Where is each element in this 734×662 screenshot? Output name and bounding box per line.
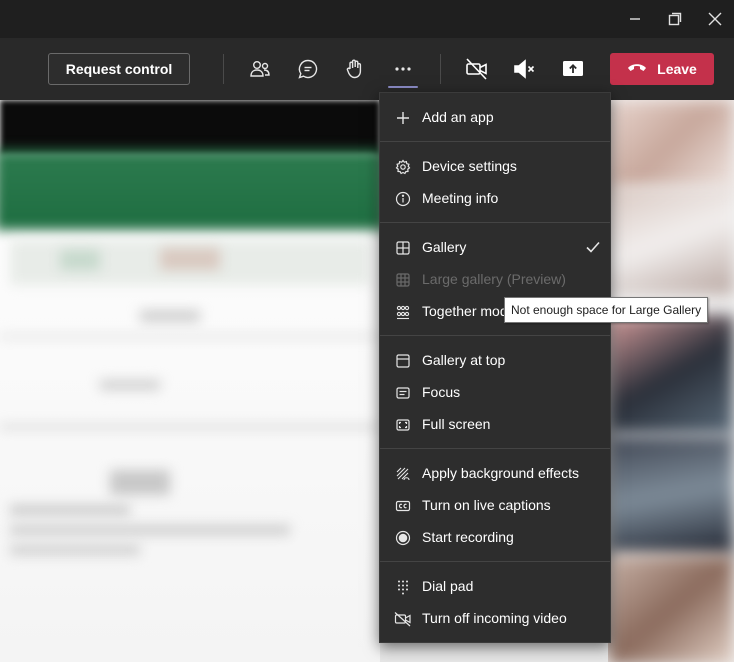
request-control-button[interactable]: Request control xyxy=(48,53,190,85)
menu-item-label: Start recording xyxy=(422,529,514,545)
menu-item-label: Meeting info xyxy=(422,190,499,206)
camera-off-icon[interactable] xyxy=(464,56,490,82)
minimize-icon[interactable] xyxy=(624,8,646,30)
large-gallery-icon xyxy=(394,271,412,289)
shared-screen xyxy=(0,100,380,662)
menu-item-label: Gallery xyxy=(422,239,467,255)
info-icon xyxy=(394,190,412,208)
menu-item-meeting-info[interactable]: Meeting info xyxy=(380,182,610,214)
menu-item-add-app[interactable]: Add an app xyxy=(380,101,610,133)
mic-off-icon[interactable] xyxy=(512,56,538,82)
participant-tile[interactable] xyxy=(608,435,734,555)
menu-item-label: Turn on live captions xyxy=(422,497,551,513)
menu-item-label: Device settings xyxy=(422,158,517,174)
menu-item-focus[interactable]: Focus xyxy=(380,376,610,408)
leave-label: Leave xyxy=(657,61,697,77)
menu-divider xyxy=(380,335,610,336)
gallery-top-icon xyxy=(394,352,412,370)
menu-item-label: Add an app xyxy=(422,109,494,125)
checkmark-icon xyxy=(584,238,602,261)
participant-tile[interactable] xyxy=(608,555,734,662)
menu-item-label: Dial pad xyxy=(422,578,474,594)
plus-icon xyxy=(394,109,412,127)
menu-item-full-screen[interactable]: Full screen xyxy=(380,408,610,440)
menu-item-label: Together mode xyxy=(422,303,516,319)
menu-item-gallery-at-top[interactable]: Gallery at top xyxy=(380,344,610,376)
menu-item-label: Full screen xyxy=(422,416,491,432)
participant-gallery xyxy=(608,100,734,662)
raise-hand-icon[interactable] xyxy=(342,56,368,82)
meeting-toolbar: Request control Leave xyxy=(0,38,734,100)
meeting-stage xyxy=(0,100,734,662)
video-off-icon xyxy=(394,610,412,628)
captions-icon xyxy=(394,497,412,515)
chat-icon[interactable] xyxy=(295,56,321,82)
menu-divider xyxy=(380,448,610,449)
toolbar-divider xyxy=(223,54,224,84)
together-mode-icon xyxy=(394,303,412,321)
full-screen-icon xyxy=(394,416,412,434)
menu-item-label: Apply background effects xyxy=(422,465,579,481)
menu-item-dial-pad[interactable]: Dial pad xyxy=(380,570,610,602)
dial-pad-icon xyxy=(394,578,412,596)
menu-divider xyxy=(380,222,610,223)
menu-item-label: Turn off incoming video xyxy=(422,610,567,626)
menu-item-label: Gallery at top xyxy=(422,352,506,368)
title-bar xyxy=(0,0,734,38)
people-icon[interactable] xyxy=(247,56,273,82)
menu-divider xyxy=(380,561,610,562)
leave-button[interactable]: Leave xyxy=(610,53,714,85)
focus-icon xyxy=(394,384,412,402)
menu-item-background-effects[interactable]: Apply background effects xyxy=(380,457,610,489)
tooltip: Not enough space for Large Gallery xyxy=(504,297,709,323)
share-screen-icon[interactable] xyxy=(560,56,586,82)
menu-item-label: Large gallery (Preview) xyxy=(422,271,566,287)
participant-tile[interactable] xyxy=(608,185,734,295)
menu-item-live-captions[interactable]: Turn on live captions xyxy=(380,489,610,521)
more-actions-icon[interactable] xyxy=(390,56,416,82)
gallery-grid-icon xyxy=(394,239,412,257)
menu-item-device-settings[interactable]: Device settings xyxy=(380,150,610,182)
restore-icon[interactable] xyxy=(664,8,686,30)
menu-item-gallery[interactable]: Gallery xyxy=(380,231,610,263)
menu-item-turn-off-incoming-video[interactable]: Turn off incoming video xyxy=(380,602,610,634)
more-actions-menu: Add an app Device settings Meeting info … xyxy=(379,92,611,643)
menu-item-start-recording[interactable]: Start recording xyxy=(380,521,610,553)
participant-tile[interactable] xyxy=(608,315,734,435)
participant-tile[interactable] xyxy=(608,100,734,190)
toolbar-divider xyxy=(440,54,441,84)
menu-item-large-gallery[interactable]: Large gallery (Preview) xyxy=(380,263,610,295)
menu-item-label: Focus xyxy=(422,384,461,400)
hang-up-icon xyxy=(627,61,647,77)
close-icon[interactable] xyxy=(704,8,726,30)
background-effects-icon xyxy=(394,465,412,483)
active-indicator xyxy=(388,86,418,88)
record-icon xyxy=(394,529,412,547)
menu-divider xyxy=(380,141,610,142)
gear-icon xyxy=(394,158,412,176)
